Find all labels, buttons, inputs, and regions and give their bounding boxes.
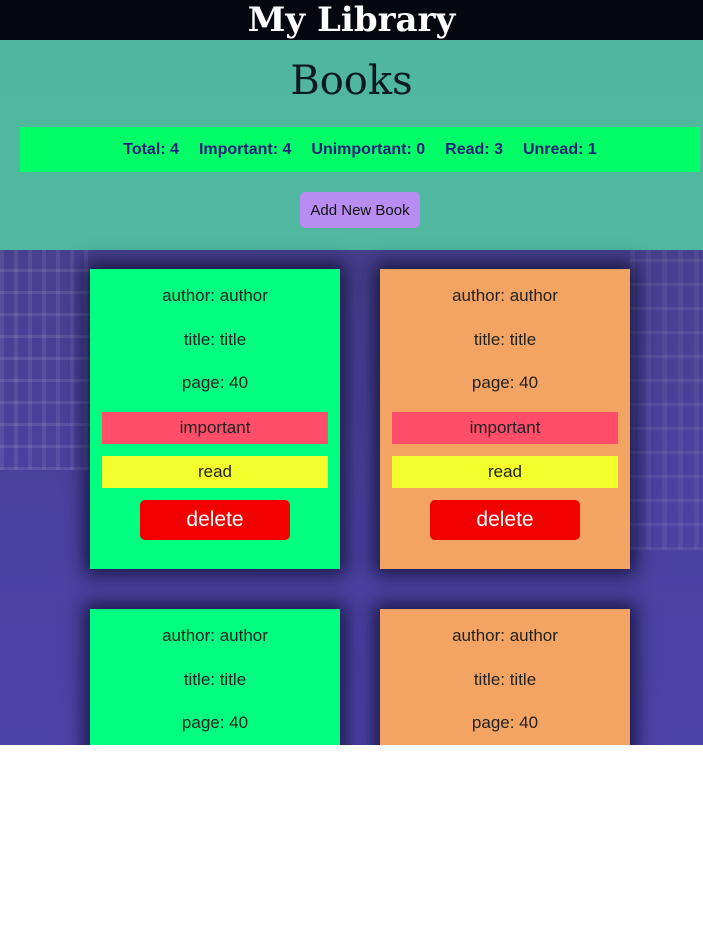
page-title: Books <box>290 58 413 104</box>
book-page: page: 40 <box>181 373 249 392</box>
stat-unread: Unread: 1 <box>522 140 597 158</box>
delete-button[interactable]: delete <box>140 500 290 540</box>
stats-bar: Total: 4 Important: 4 Unimportant: 0 Rea… <box>20 127 700 172</box>
book-card: author: author title: title page: 40 imp… <box>380 269 630 569</box>
site-title: My Library <box>247 0 456 40</box>
book-title: title: title <box>473 330 537 349</box>
app-viewport: Books Total: 4 Important: 4 Unimportant:… <box>0 0 703 745</box>
book-card: author: author title: title page: 40 <box>90 609 340 745</box>
book-author: author: author <box>162 626 268 645</box>
importance-toggle[interactable]: important <box>102 412 328 444</box>
book-author: author: author <box>162 286 268 305</box>
add-new-book-button[interactable]: Add New Book <box>300 192 420 228</box>
book-title: title: title <box>183 330 247 349</box>
book-title: title: title <box>473 670 537 689</box>
book-card: author: author title: title page: 40 imp… <box>90 269 340 569</box>
read-toggle[interactable]: read <box>102 456 328 488</box>
books-header: Books Total: 4 Important: 4 Unimportant:… <box>0 0 703 365</box>
importance-toggle[interactable]: important <box>392 412 618 444</box>
book-page: page: 40 <box>181 713 249 732</box>
book-author: author: author <box>452 286 558 305</box>
delete-button[interactable]: delete <box>430 500 580 540</box>
read-toggle[interactable]: read <box>392 456 618 488</box>
background-shelves-left <box>0 250 90 470</box>
stat-unimportant: Unimportant: 0 <box>311 140 426 158</box>
book-author: author: author <box>452 626 558 645</box>
stat-read: Read: 3 <box>445 140 503 158</box>
navbar: My Library <box>0 0 703 40</box>
book-page: page: 40 <box>471 373 539 392</box>
stat-important: Important: 4 <box>198 140 292 158</box>
book-page: page: 40 <box>471 713 539 732</box>
book-card: author: author title: title page: 40 <box>380 609 630 745</box>
book-title: title: title <box>183 670 247 689</box>
stat-total: Total: 4 <box>123 140 179 158</box>
